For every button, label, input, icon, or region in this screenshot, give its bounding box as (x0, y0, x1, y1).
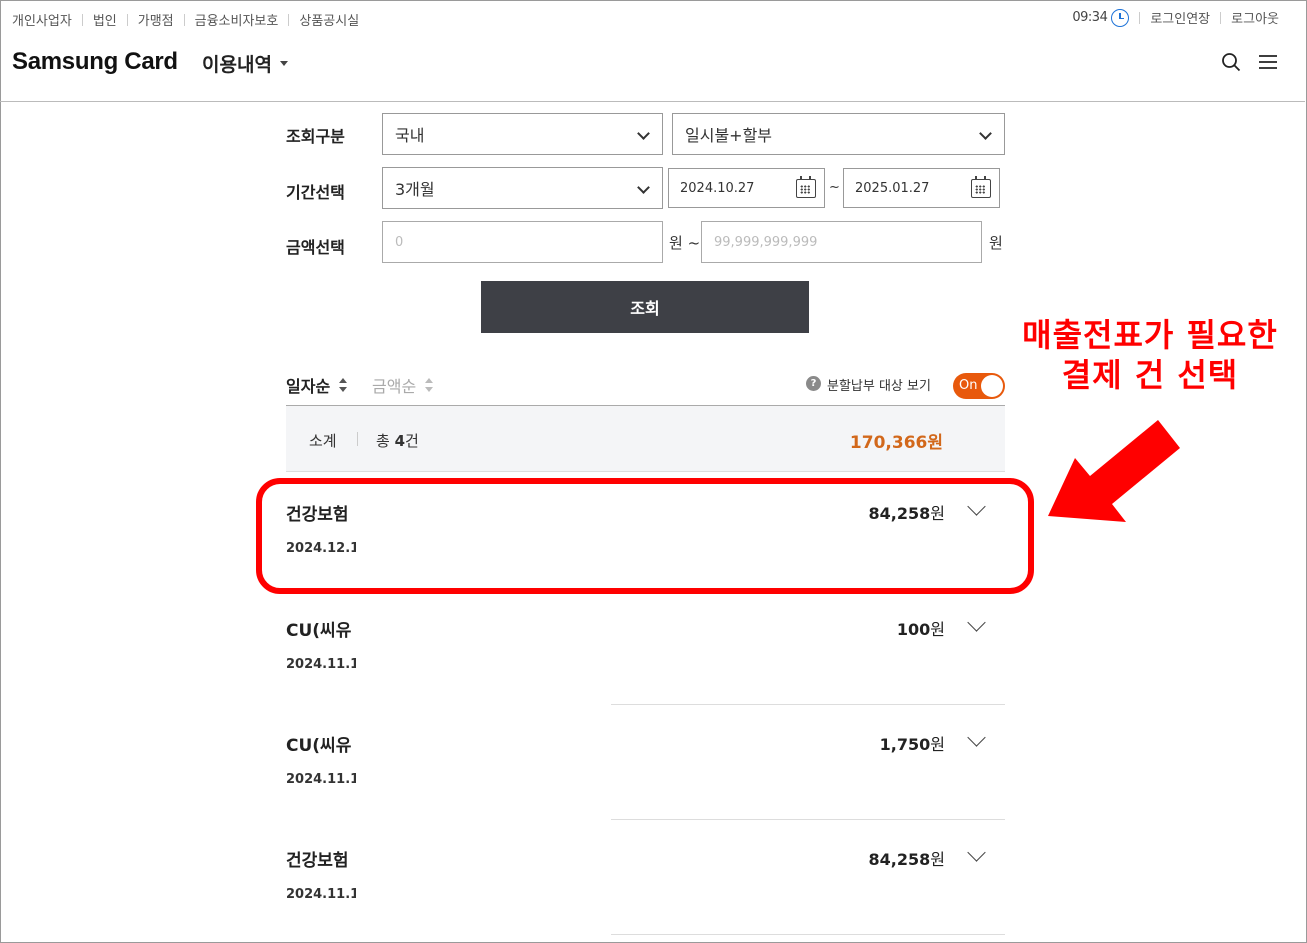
amount-unit-range: 원 ~ (669, 234, 701, 252)
payment-type-select[interactable]: 일시불+할부 (672, 113, 1005, 155)
subtotal-amount: 170,366원 (849, 433, 943, 453)
transaction-date: 2024.11.11 (286, 887, 356, 902)
sort-by-amount-label: 금액순 (372, 377, 417, 396)
subtotal-label: 소계 (309, 432, 337, 450)
chevron-down-icon[interactable] (967, 843, 986, 862)
end-date-field[interactable]: 2025.01.27 (843, 168, 1000, 208)
transaction-row[interactable]: 건강보험 2024.11.11 84,258원 (286, 820, 1005, 935)
annotation-line-1: 매출전표가 필요한 (1022, 316, 1278, 354)
divider (1139, 11, 1141, 24)
chevron-down-icon (979, 127, 992, 140)
amount-min-placeholder: 0 (395, 234, 404, 250)
amount-max-input[interactable]: 99,999,999,999 (701, 221, 982, 263)
period-select[interactable]: 3개월 (382, 167, 663, 209)
calendar-icon[interactable] (796, 176, 816, 198)
transaction-amount: 1,750원 (879, 735, 945, 754)
installment-toggle[interactable]: On (953, 373, 1005, 399)
search-button[interactable]: 조회 (481, 281, 809, 333)
page-menu-dropdown[interactable]: 이용내역 (202, 50, 288, 77)
annotation-callout: 매출전표가 필요한 결제 건 선택 (1005, 315, 1295, 395)
divider (126, 13, 128, 26)
transaction-count: 총 4건 (376, 432, 419, 450)
chevron-down-icon[interactable] (967, 728, 986, 747)
region-value: 국내 (395, 126, 425, 145)
start-date-value: 2024.10.27 (680, 180, 755, 196)
session-controls: 09:34 로그인연장 로그아웃 (1072, 8, 1279, 27)
page-title: 이용내역 (202, 54, 272, 76)
help-icon[interactable]: ? (806, 376, 821, 391)
caret-down-icon (279, 61, 288, 66)
period-label: 기간선택 (286, 183, 345, 202)
calendar-icon[interactable] (971, 176, 991, 198)
row-divider (611, 934, 1005, 935)
amount-unit: 원 (989, 234, 1003, 252)
amount-min-input[interactable]: 0 (382, 221, 663, 263)
query-type-label: 조회구분 (286, 127, 345, 146)
sort-arrows-icon (339, 378, 348, 392)
sort-by-amount[interactable]: 금액순 (372, 373, 434, 397)
sort-by-date[interactable]: 일자순 (286, 373, 348, 397)
transaction-date: 2024.11.19 (286, 772, 356, 787)
merchant-name: CU(씨유 (286, 621, 352, 641)
divider (183, 13, 185, 26)
highlight-box (256, 478, 1034, 594)
logout-link[interactable]: 로그아웃 (1231, 8, 1279, 27)
divider (288, 13, 290, 26)
nav-link-product-disclosure[interactable]: 상품공시실 (299, 10, 359, 29)
clock-icon (1111, 8, 1130, 27)
hamburger-menu-icon[interactable] (1258, 54, 1278, 70)
transaction-amount: 84,258원 (868, 850, 945, 869)
divider (81, 13, 83, 26)
nav-link-individual-business[interactable]: 개인사업자 (12, 10, 72, 29)
toggle-knob (981, 375, 1003, 397)
period-value: 3개월 (395, 180, 435, 199)
brand-logo[interactable]: Samsung Card (12, 48, 178, 76)
top-utility-nav: 개인사업자 법인 가맹점 금융소비자보호 상품공시실 (12, 10, 359, 29)
nav-link-consumer-protection[interactable]: 금융소비자보호 (195, 10, 279, 29)
nav-link-merchant[interactable]: 가맹점 (138, 10, 174, 29)
divider (357, 432, 358, 446)
chevron-down-icon (637, 181, 650, 194)
chevron-down-icon (637, 127, 650, 140)
session-timer: 09:34 (1072, 10, 1108, 25)
start-date-field[interactable]: 2024.10.27 (668, 168, 825, 208)
chevron-down-icon[interactable] (967, 613, 986, 632)
header: Samsung Card 이용내역 (0, 36, 1305, 102)
transaction-row[interactable]: CU(씨유 2024.11.19 100원 (286, 590, 1005, 705)
search-icon[interactable] (1221, 52, 1241, 72)
annotation-line-2: 결제 건 선택 (1061, 356, 1239, 394)
subtotal-summary: 소계 총 4건 170,366원 (286, 405, 1005, 472)
amount-label: 금액선택 (286, 238, 345, 257)
payment-type-value: 일시불+할부 (685, 126, 773, 145)
sort-by-date-label: 일자순 (286, 377, 331, 396)
transaction-amount: 100원 (896, 620, 945, 639)
sort-arrows-icon (425, 378, 434, 392)
merchant-name: CU(씨유 (286, 736, 352, 756)
toggle-label: On (959, 378, 978, 393)
divider (1220, 11, 1222, 24)
installment-view-label: 분할납부 대상 보기 (827, 379, 931, 394)
transaction-row[interactable]: CU(씨유 2024.11.19 1,750원 (286, 705, 1005, 820)
nav-link-corporate[interactable]: 법인 (93, 10, 117, 29)
amount-max-placeholder: 99,999,999,999 (714, 234, 818, 250)
date-range-separator: ~ (829, 180, 840, 195)
annotation-arrow-icon (1048, 420, 1180, 522)
extend-session-link[interactable]: 로그인연장 (1150, 8, 1210, 27)
transaction-date: 2024.11.19 (286, 657, 356, 672)
end-date-value: 2025.01.27 (855, 180, 930, 196)
merchant-name: 건강보험 (286, 851, 349, 871)
region-select[interactable]: 국내 (382, 113, 663, 155)
